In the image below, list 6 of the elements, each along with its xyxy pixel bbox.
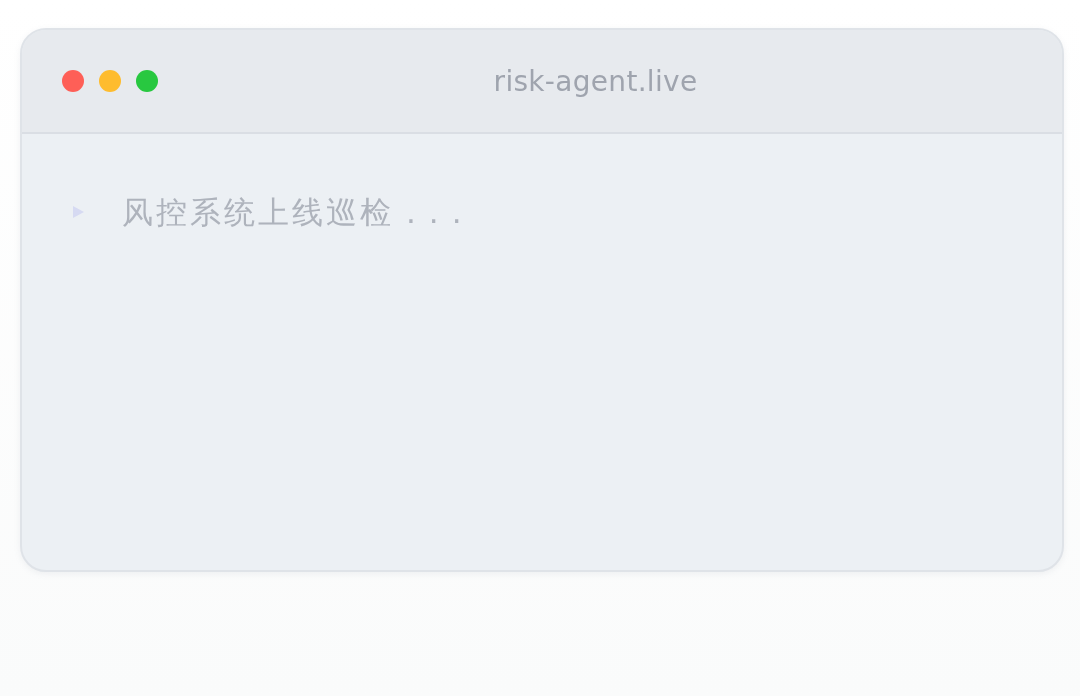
minimize-icon[interactable] — [99, 70, 121, 92]
window-title: risk-agent.live — [492, 64, 699, 98]
maximize-icon[interactable] — [136, 70, 158, 92]
close-icon[interactable] — [62, 70, 84, 92]
loading-dots: ... — [406, 193, 475, 232]
status-line: 风控系统上线巡检 — [122, 193, 394, 232]
